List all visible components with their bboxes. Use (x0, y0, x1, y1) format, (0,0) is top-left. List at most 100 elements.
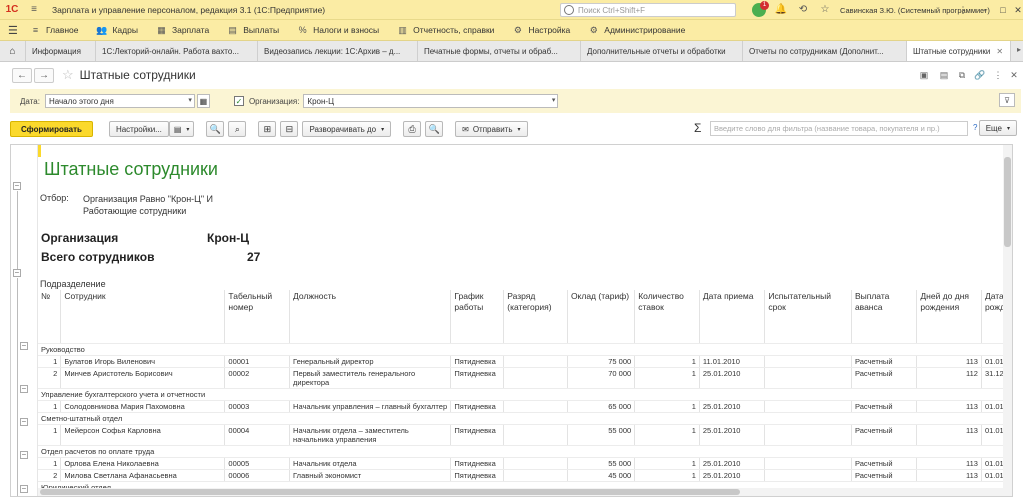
table-row[interactable]: 1 Булатов Игорь Виленович 00001 Генеральный… (38, 355, 1012, 368)
group-name: Отдел расчетов по оплате труда (38, 445, 1012, 458)
menu-item-settings[interactable]: ⚙ Настройка (512, 25, 570, 36)
close-icon[interactable]: ✕ (996, 47, 1003, 56)
favorites-icon[interactable]: ☆ (818, 3, 832, 17)
group-toggle[interactable]: – (20, 451, 28, 459)
help-icon[interactable]: ? (973, 123, 977, 132)
menu-item-label: Настройка (528, 25, 571, 35)
link-chain-icon[interactable]: 🔗 (974, 69, 986, 81)
table-row[interactable]: 1 Орлова Елена Николаевна 00005 Начальник о… (38, 457, 1012, 470)
table-row[interactable]: 2 Милова Светлана Афанасьевна 00006 Главный… (38, 469, 1012, 482)
table-cell: 55 000 (567, 457, 636, 470)
group-row[interactable]: Отдел расчетов по оплате труда (38, 445, 1012, 458)
print-button[interactable]: ⎙ (403, 121, 422, 137)
calendar-button[interactable]: ▦ (196, 94, 210, 108)
vertical-scrollbar[interactable] (1003, 145, 1012, 496)
group-row[interactable]: Управление бухгалтерского учета и отчетн… (38, 388, 1012, 401)
variants-button[interactable]: ▤ ▾ (168, 121, 195, 137)
bell-icon[interactable]: 🔔 (774, 3, 788, 17)
gear-icon: ⚙ (513, 24, 522, 35)
hamburger-icon[interactable]: ☰ (8, 24, 24, 37)
table-cell: 113 (916, 424, 982, 446)
save-icon[interactable]: ▣ (918, 69, 930, 81)
table-row[interactable]: 1 Мейерсон Софья Карловна 00004 Начальник о… (38, 424, 1012, 446)
filter-settings-button[interactable]: ⊽ (999, 93, 1015, 107)
group-row[interactable]: Руководство (38, 343, 1012, 356)
sum-icon[interactable]: Σ (694, 121, 701, 135)
column-header: Дата приема (699, 290, 766, 344)
column-header: Дней до дня рождения (916, 290, 982, 344)
filter-input[interactable]: Введите слово для фильтра (название това… (710, 121, 968, 136)
maximize-button[interactable]: □ (996, 3, 1010, 17)
org-field[interactable]: Крон-Ц ▾ (303, 94, 559, 108)
preview-button[interactable]: 🔍 (425, 121, 444, 137)
group-toggle[interactable]: – (20, 418, 28, 426)
menu-item-main[interactable]: ≡ Главное (30, 25, 79, 36)
column-header: Количество ставок (634, 290, 700, 344)
tab-additional-reports[interactable]: Дополнительные отчеты и обработки (581, 41, 743, 61)
chevron-down-icon[interactable]: ▾ (188, 96, 192, 104)
generate-button[interactable]: Сформировать (10, 121, 93, 137)
menu-item-payments[interactable]: ▤ Выплаты (227, 25, 279, 36)
menu-item-reports[interactable]: ▥ Отчетность, справки (397, 25, 494, 36)
chevron-down-icon: ▾ (186, 126, 190, 133)
history-icon[interactable]: ⟲ (796, 3, 810, 17)
table-cell: 1 (38, 424, 62, 446)
settings-button[interactable]: Настройки... (108, 121, 169, 137)
scroll-thumb[interactable] (1004, 157, 1011, 247)
minimize-button[interactable]: – (977, 3, 991, 17)
table-cell: 2 (38, 469, 62, 482)
scroll-thumb[interactable] (40, 489, 740, 495)
tab-staff-employees[interactable]: Штатные сотрудники ✕ (907, 41, 1011, 61)
tab-video[interactable]: Видеозапись лекции: 1С:Архив – д... (258, 41, 418, 61)
window-menu-icon[interactable]: ⋮ (956, 3, 970, 17)
close-button[interactable]: ✕ (1011, 3, 1023, 17)
favorite-star-icon[interactable]: ☆ (62, 67, 74, 83)
collapse-button[interactable]: ⊟ (280, 121, 299, 137)
expand-to-button[interactable]: Разворачивать до ▾ (302, 121, 392, 137)
report-area[interactable]: – – – – – – – Штатные сотрудники Отбор: … (10, 144, 1013, 497)
find-button[interactable]: 🔍 (206, 121, 225, 137)
chevron-down-icon[interactable]: ▾ (552, 96, 556, 104)
more-vert-icon[interactable]: ⋮ (992, 69, 1004, 81)
menu-item-hr[interactable]: 👥 Кадры (96, 25, 138, 36)
menu-item-admin[interactable]: ⚙ Администрирование (588, 25, 686, 36)
date-field-value: Начало этого дня (48, 96, 114, 106)
global-search-input[interactable]: Поиск Ctrl+Shift+F (560, 3, 736, 17)
expand-button[interactable]: ⊞ (258, 121, 277, 137)
menu-item-salary[interactable]: ▦ Зарплата (156, 25, 209, 36)
group-toggle[interactable]: – (20, 342, 28, 350)
table-row[interactable]: 2 Минчев Аристотель Борисович 00002 Первый … (38, 367, 1012, 389)
forward-button[interactable]: → (34, 67, 54, 83)
org-checkbox[interactable]: ✓ (233, 96, 244, 106)
tab-lectory[interactable]: 1С:Лекторий-онлайн. Работа вахто... (96, 41, 258, 61)
table-row[interactable]: 1 Солодовникова Мария Пахомовна 00003 Начал… (38, 400, 1012, 413)
table-cell: Милова Светлана Афанасьевна (60, 469, 226, 482)
table-cell (764, 355, 852, 368)
menu-item-taxes[interactable]: % Налоги и взносы (297, 25, 380, 36)
tab-home[interactable]: ⌂ (0, 41, 26, 61)
send-button[interactable]: ✉ Отправить ▾ (455, 121, 528, 137)
date-field[interactable]: Начало этого дня ▾ (44, 94, 195, 108)
group-toggle[interactable]: – (13, 269, 21, 277)
group-toggle[interactable]: – (20, 385, 28, 393)
tab-information[interactable]: Информация (26, 41, 96, 61)
group-row[interactable]: Сметно-штатный отдел (38, 412, 1012, 425)
horizontal-scrollbar[interactable] (38, 488, 1004, 496)
table-cell: Расчетный (851, 367, 918, 389)
title-bar: 1С ≡ Зарплата и управление персоналом, р… (0, 0, 1023, 20)
back-button[interactable]: ← (12, 67, 32, 83)
tabs-more-icon[interactable]: ▸ (1017, 45, 1021, 54)
menu-lines-icon[interactable]: ≡ (27, 3, 41, 17)
link-icon[interactable]: ⧉ (956, 69, 968, 81)
collapse-icon: ⊟ (285, 123, 294, 134)
tab-print-forms[interactable]: Печатные формы, отчеты и обраб... (418, 41, 581, 61)
form-close-icon[interactable]: ✕ (1008, 69, 1020, 81)
org-heading-label: Организация (41, 231, 119, 245)
tab-employee-reports[interactable]: Отчеты по сотрудникам (Дополнит... (743, 41, 907, 61)
more-button[interactable]: Еще ▾ (978, 120, 1017, 136)
menu-item-label: Кадры (112, 25, 138, 35)
group-toggle[interactable]: – (20, 485, 28, 493)
group-toggle[interactable]: – (13, 182, 21, 190)
find-next-button[interactable]: ⌕ (228, 121, 247, 137)
print-icon[interactable]: ▤ (938, 69, 950, 81)
